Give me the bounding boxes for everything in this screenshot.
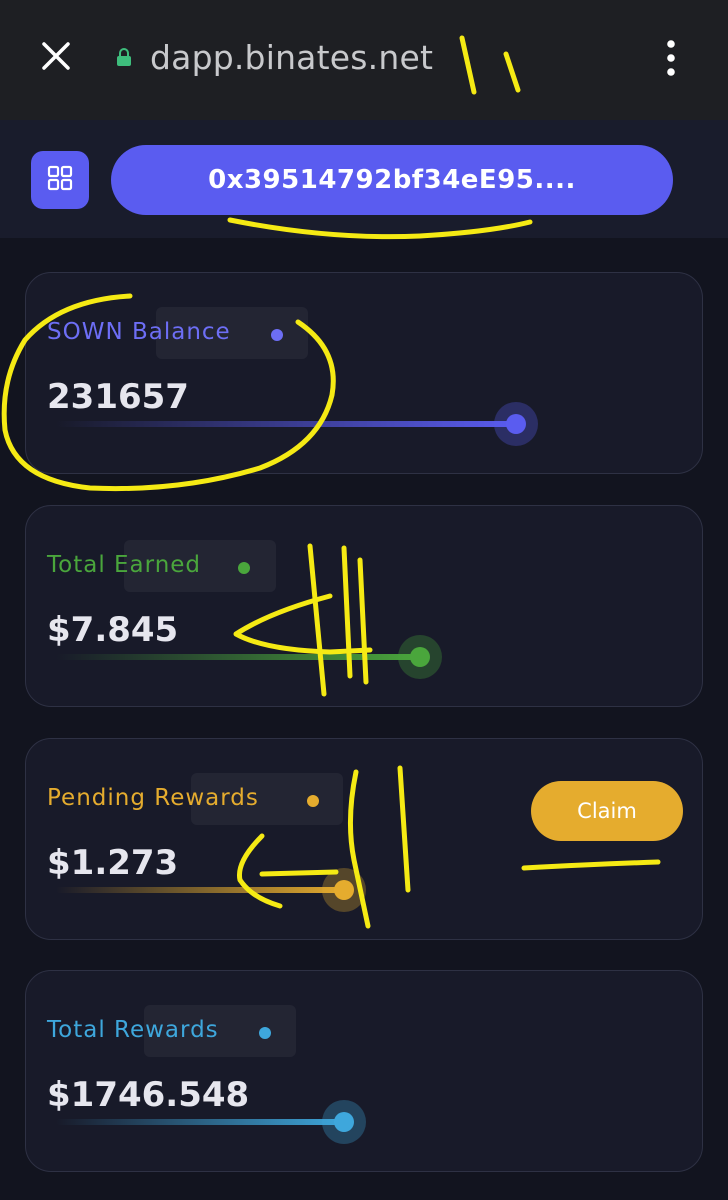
status-dot (259, 1027, 271, 1039)
progress-knob (334, 880, 354, 900)
card-label: Pending Rewards (47, 785, 259, 811)
pending-rewards-card: Pending Rewards $1.273 Claim (25, 738, 703, 940)
card-label: Total Earned (47, 552, 202, 578)
progress-track (56, 421, 516, 427)
card-label: SOWN Balance (47, 319, 231, 345)
card-label: Total Rewards (47, 1017, 219, 1043)
progress-knob (410, 647, 430, 667)
card-value: $1.273 (47, 843, 179, 883)
menu-grid-button[interactable] (31, 151, 89, 209)
progress-knob (506, 414, 526, 434)
grid-icon (47, 165, 73, 195)
url-text: dapp.binates.net (150, 37, 434, 77)
total-earned-card: Total Earned $7.845 (25, 505, 703, 707)
status-dot (238, 562, 250, 574)
progress-track (56, 654, 422, 660)
browser-toolbar: dapp.binates.net (0, 0, 728, 120)
card-value: $1746.548 (47, 1075, 250, 1115)
progress-knob (334, 1112, 354, 1132)
card-value: $7.845 (47, 610, 179, 650)
total-rewards-card: Total Rewards $1746.548 (25, 970, 703, 1172)
status-dot (307, 795, 319, 807)
progress-track (56, 887, 346, 893)
card-value: 231657 (47, 377, 189, 417)
progress-track (56, 1119, 346, 1125)
status-dot (271, 329, 283, 341)
address-bar[interactable]: dapp.binates.net (116, 34, 433, 80)
claim-button[interactable]: Claim (531, 781, 683, 841)
close-icon[interactable] (36, 36, 76, 76)
wallet-address-button[interactable]: 0x39514792bf34eE95.... (111, 145, 673, 215)
more-vert-icon[interactable] (656, 36, 686, 80)
sown-balance-card: SOWN Balance 231657 (25, 272, 703, 474)
lock-icon (116, 47, 132, 67)
